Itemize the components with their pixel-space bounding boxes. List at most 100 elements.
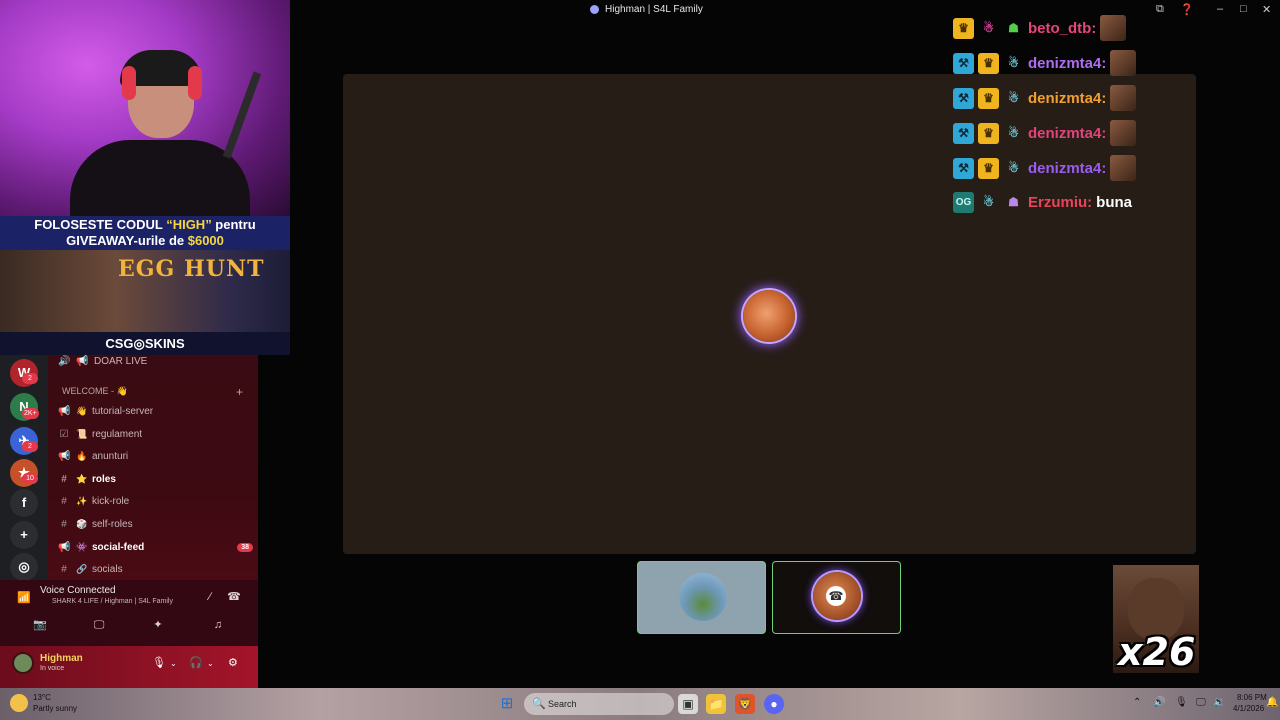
channel-type-icon: 📢	[58, 450, 71, 462]
category-welcome[interactable]: WELCOME - 👋	[62, 386, 128, 397]
channel-item[interactable]: 📢 🔥 anunturi	[58, 447, 253, 465]
chat-username: denizmta4:	[1028, 124, 1107, 142]
maximize-icon[interactable]: □	[1240, 3, 1247, 15]
crown-icon: ♛	[953, 17, 974, 39]
channel-item[interactable]: 📢 👾 social-feed 38	[58, 538, 253, 556]
channel-item[interactable]: # 🎲 self-roles	[58, 515, 253, 533]
moderator-icon: ⚒	[953, 122, 974, 144]
speaker-icon: 🔊	[58, 355, 71, 367]
disconnect-icon[interactable]: ☎	[222, 589, 246, 605]
clock-time[interactable]: 8:06 PM	[1237, 693, 1267, 702]
chat-username: denizmta4:	[1028, 89, 1107, 107]
channel-label: regulament	[92, 428, 143, 440]
emote-image	[1110, 85, 1137, 111]
alien-icon: ☃	[1008, 125, 1019, 140]
emote-image	[1110, 50, 1137, 76]
channel-type-icon: 📢	[58, 405, 71, 417]
chevron-down-icon[interactable]: ⌄	[207, 659, 214, 668]
og-badge-icon: OG	[953, 191, 974, 213]
channel-emoji: 👋	[76, 405, 88, 416]
crown-icon: ♛	[978, 87, 999, 109]
server-icon-f[interactable]: f	[10, 489, 38, 517]
channel-label: socials	[92, 563, 123, 575]
channel-emoji: 📢	[76, 355, 89, 367]
channel-emoji: ✨	[76, 495, 88, 506]
speaker-icon[interactable]: 🔊	[1153, 697, 1165, 708]
voice-status: Voice Connected	[40, 585, 116, 596]
display-icon[interactable]: 🖵	[1196, 697, 1206, 708]
microphone-icon[interactable]: 🎙	[1175, 697, 1188, 708]
signal-icon[interactable]: 📶	[12, 590, 36, 606]
notification-icon[interactable]: 🔔	[1266, 697, 1278, 708]
window-title-text: Highman | S4L Family	[605, 4, 703, 15]
voice-location[interactable]: SHARK 4 LIFE / Highman | S4L Family	[52, 598, 173, 605]
channel-item[interactable]: ☑ 📜 regulament	[58, 425, 253, 443]
weather-icon[interactable]	[10, 694, 28, 712]
channel-item[interactable]: 📢 👋 tutorial-server	[58, 402, 253, 420]
noise-suppression-icon[interactable]: ∕	[198, 589, 222, 605]
channel-doar-live[interactable]: 🔊 📢 DOAR LIVE	[58, 352, 253, 370]
crown-icon: ♛	[978, 52, 999, 74]
screen-share-button-icon[interactable]: 🖵	[87, 617, 111, 633]
discord-icon[interactable]: ●	[764, 694, 784, 714]
promo-title: EGG HUNT	[118, 256, 265, 282]
channel-item[interactable]: # 🔗 socials	[58, 560, 253, 578]
soundboard-icon[interactable]: ♫	[206, 617, 230, 633]
channel-type-icon: #	[61, 473, 67, 485]
channel-type-icon: 📢	[58, 541, 71, 553]
emote-image	[1110, 155, 1137, 181]
banner-text-2: pentru	[211, 217, 256, 232]
speaking-user-avatar[interactable]	[743, 290, 795, 342]
channel-emoji: 📜	[76, 428, 88, 439]
gift-icon: ☗	[1008, 194, 1019, 209]
screen-share-icon[interactable]: ⧉	[1156, 3, 1164, 16]
chevron-up-icon[interactable]: ⌃	[1133, 697, 1141, 708]
add-server-icon[interactable]: +	[10, 521, 38, 549]
server-badge: 10	[22, 473, 38, 484]
camera-icon[interactable]: 📷	[28, 617, 52, 633]
channel-label: tutorial-server	[92, 405, 154, 417]
brave-browser-icon[interactable]: 🦁	[735, 694, 755, 714]
channel-type-icon: #	[61, 495, 67, 507]
avatar[interactable]	[12, 652, 34, 674]
search-box[interactable]	[524, 693, 674, 715]
channel-label: roles	[92, 473, 116, 485]
server-badge: 2	[22, 441, 38, 452]
channel-label: anunturi	[92, 450, 129, 462]
chat-message: ⚒ ♛ ☃ denizmta4:	[953, 120, 1137, 146]
channel-label: DOAR LIVE	[94, 355, 148, 367]
gift-icon: ☗	[1008, 20, 1019, 35]
channel-item[interactable]: # ✨ kick-role	[58, 492, 253, 510]
chat-message: ⚒ ♛ ☃ denizmta4:	[953, 50, 1137, 76]
server-badge: 2	[22, 373, 38, 384]
file-explorer-icon[interactable]: 📁	[706, 694, 726, 714]
chat-message: OG ☃ ☗ Erzumiu: buna	[953, 190, 1132, 214]
help-icon[interactable]: ❓	[1180, 3, 1194, 16]
chevron-down-icon[interactable]: ⌄	[170, 659, 177, 668]
task-view-icon[interactable]: ▣	[678, 694, 698, 714]
channel-label: self-roles	[92, 518, 133, 530]
title-bar	[290, 0, 1280, 22]
volume-icon[interactable]: 🔉	[1213, 697, 1225, 708]
minimize-icon[interactable]: –	[1217, 3, 1223, 15]
crown-icon: ♛	[978, 157, 999, 179]
banner-amount: $6000	[187, 233, 224, 248]
add-channel-icon[interactable]: +	[236, 385, 243, 399]
username[interactable]: Highman	[40, 653, 83, 664]
gear-icon[interactable]: ⚙	[228, 656, 238, 669]
headphones-icon[interactable]: 🎧	[189, 656, 203, 669]
activities-icon[interactable]: ✦	[146, 617, 170, 633]
channel-emoji: 👾	[76, 541, 88, 552]
start-icon[interactable]: ⊞	[497, 694, 517, 714]
clock-date[interactable]: 4/1/2026	[1233, 704, 1264, 713]
microphone-icon[interactable]: 🎙	[152, 656, 166, 669]
channel-item[interactable]: # ⭐ roles	[58, 470, 253, 488]
weather-desc[interactable]: Partly sunny	[33, 704, 77, 713]
unread-badge: 38	[237, 542, 253, 552]
robot-icon: ☃	[983, 20, 994, 35]
discover-icon[interactable]: ◎	[10, 553, 38, 581]
close-icon[interactable]: ✕	[1262, 3, 1271, 16]
weather-temp[interactable]: 13°C	[33, 693, 51, 702]
search-label: Search	[548, 699, 577, 709]
headset-left	[122, 66, 136, 100]
